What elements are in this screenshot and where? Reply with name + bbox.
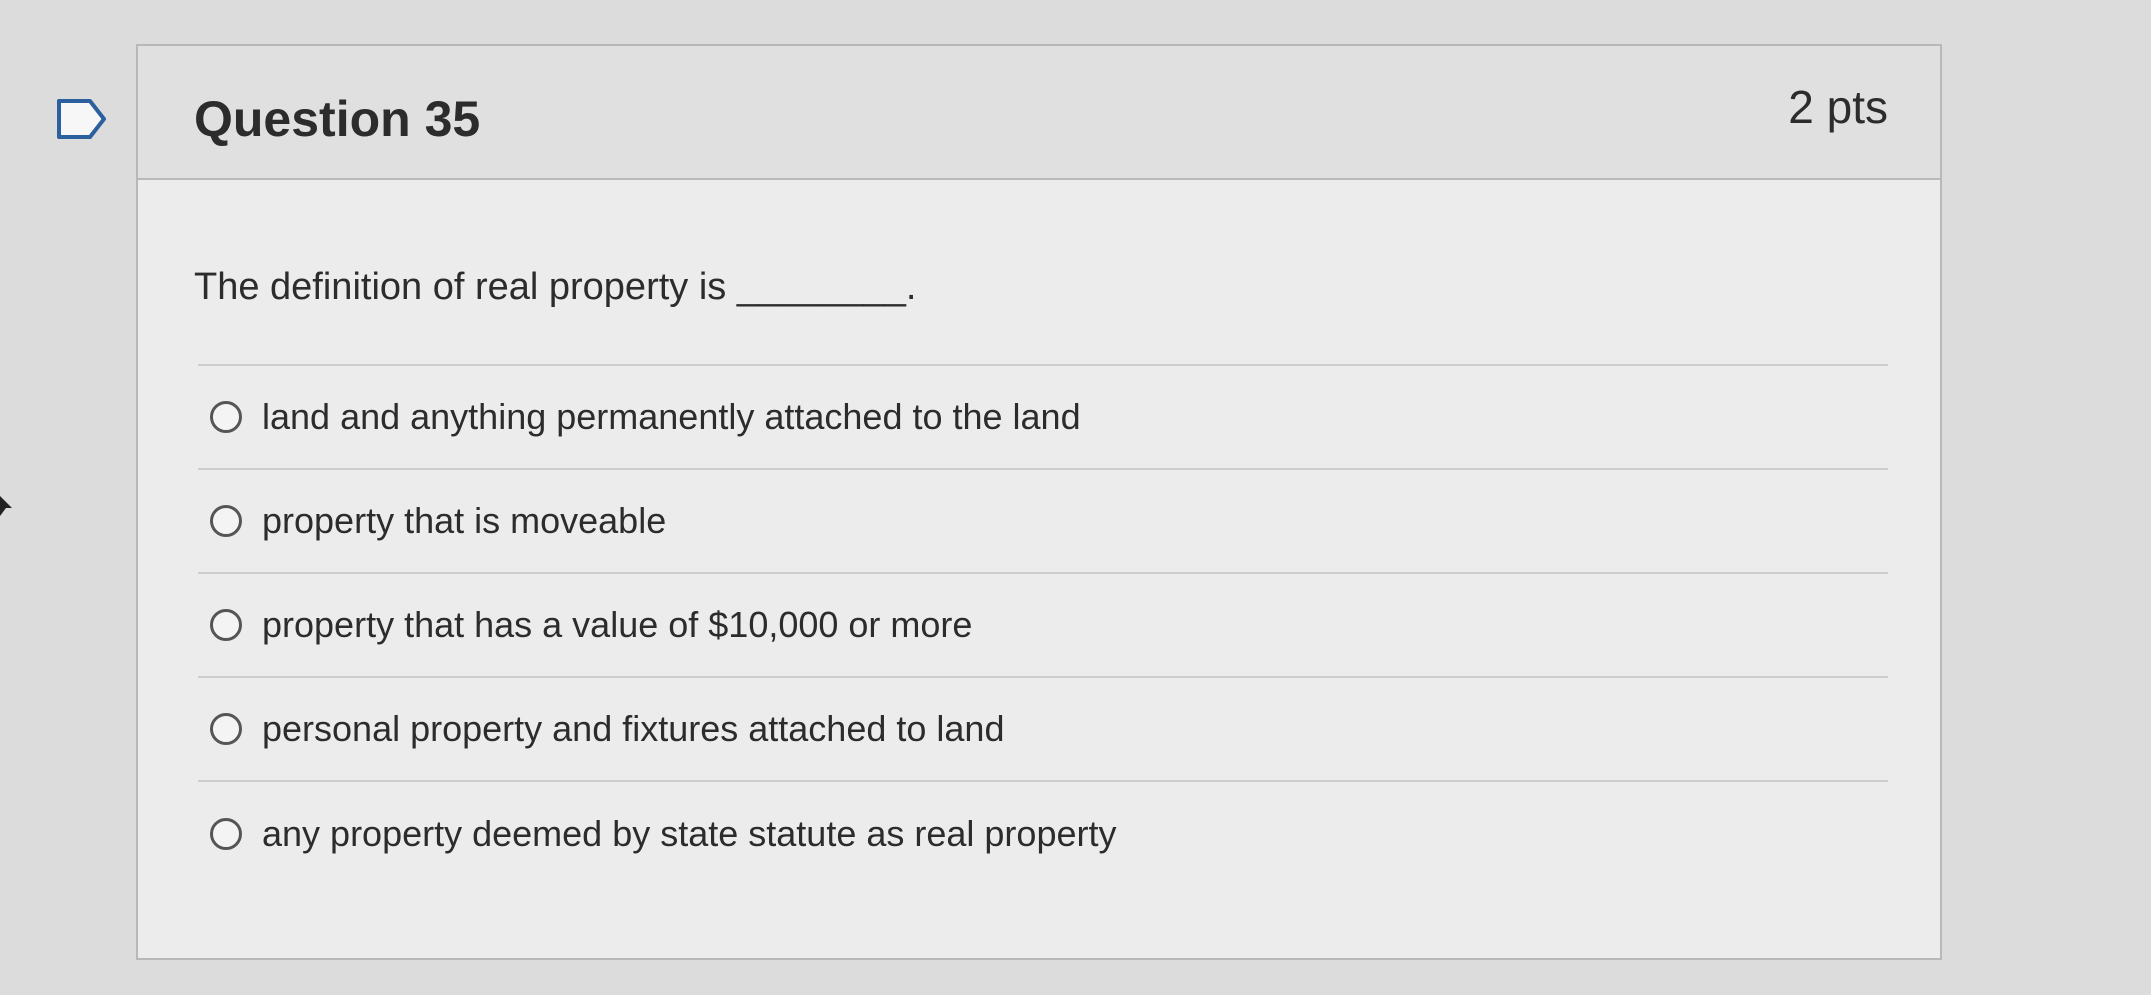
answer-option[interactable]: personal property and fixtures attached … (198, 678, 1888, 782)
flag-question-icon[interactable] (56, 98, 108, 140)
answer-label: personal property and fixtures attached … (262, 708, 1005, 749)
radio-button[interactable] (210, 609, 242, 641)
question-header: Question 35 2 pts (138, 46, 1940, 180)
answer-list: land and anything permanently attached t… (198, 364, 1888, 886)
answer-label: any property deemed by state statute as … (262, 813, 1117, 854)
question-card: Question 35 2 pts The definition of real… (136, 44, 1942, 960)
answer-option[interactable]: property that has a value of $10,000 or … (198, 574, 1888, 678)
radio-button[interactable] (210, 818, 242, 850)
radio-button[interactable] (210, 713, 242, 745)
answer-label: property that is moveable (262, 500, 667, 541)
radio-button[interactable] (210, 401, 242, 433)
question-title: Question 35 (194, 91, 481, 147)
cursor-icon (0, 496, 12, 516)
radio-button[interactable] (210, 505, 242, 537)
answer-label: property that has a value of $10,000 or … (262, 604, 973, 645)
answer-option[interactable]: any property deemed by state statute as … (198, 782, 1888, 886)
answer-option[interactable]: land and anything permanently attached t… (198, 366, 1888, 470)
answer-label: land and anything permanently attached t… (262, 396, 1081, 437)
question-points: 2 pts (1788, 81, 1888, 133)
question-text: The definition of real property is _____… (194, 266, 917, 308)
answer-option[interactable]: property that is moveable (198, 470, 1888, 574)
